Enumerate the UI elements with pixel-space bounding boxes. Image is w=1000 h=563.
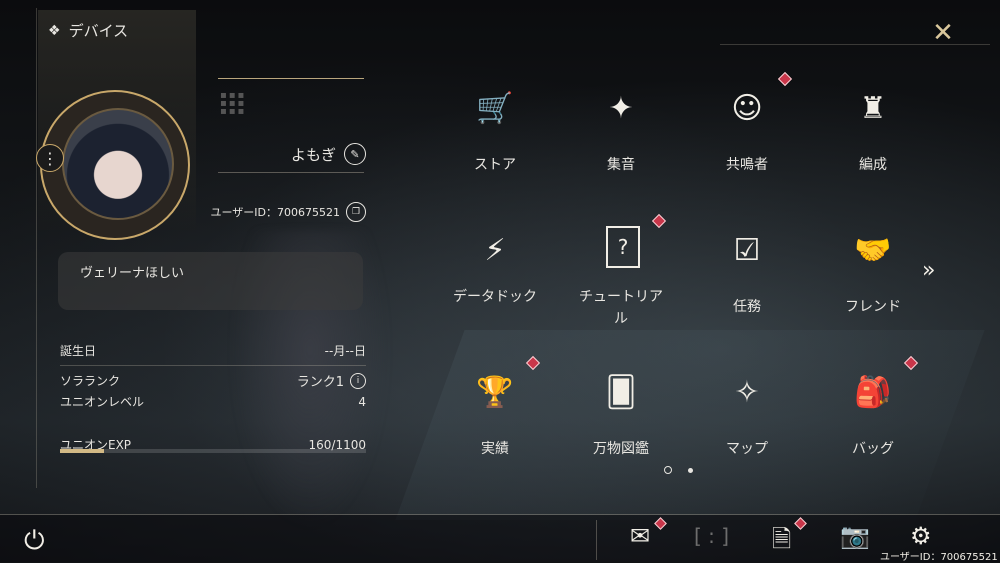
sola-rank-label: ソラランク xyxy=(60,374,121,388)
birthday-value: --月--日 xyxy=(324,344,366,358)
menu-item-label: フレンド xyxy=(845,299,901,315)
union-level-value: 4 xyxy=(358,394,366,409)
birthday-label: 誕生日 xyxy=(60,344,97,358)
team-icon: ♜ xyxy=(859,90,887,126)
menu-item-label: チュートリアル xyxy=(579,289,663,327)
cards-icon: 🂠 xyxy=(605,374,637,410)
name-underline xyxy=(218,172,364,173)
close-button[interactable]: ✕ xyxy=(926,16,960,50)
menu-item-label: 編成 xyxy=(859,157,887,173)
notification-badge xyxy=(903,355,919,371)
mail-icon: ✉ xyxy=(630,522,651,550)
player-name-row: よもぎ ✎ xyxy=(220,143,366,165)
stats-panel: 誕生日 --月--日 ソラランク ランク1 i ユニオンレベル 4 ユニオンEX… xyxy=(60,340,366,455)
stats-divider xyxy=(60,365,366,366)
double-chevron-right-icon: » xyxy=(922,258,936,283)
settings-button[interactable]: ⚙ xyxy=(910,522,932,550)
menu-item[interactable]: ✧ マップ xyxy=(684,358,810,478)
menu-item[interactable]: 🛒 ストア xyxy=(432,74,558,194)
sola-rank-value-wrap: ランク1 i xyxy=(297,371,366,390)
avatar[interactable] xyxy=(62,108,174,220)
player-name: よもぎ xyxy=(290,145,336,164)
close-icon: ✕ xyxy=(932,18,954,48)
menu-item-label: ストア xyxy=(474,157,516,173)
signature-text: ヴェリーナほしい xyxy=(80,266,185,281)
union-level-label: ユニオンレベル xyxy=(60,395,145,409)
power-button[interactable]: ⏻ xyxy=(24,526,45,557)
menu-item[interactable]: ☺ 共鳴者 xyxy=(684,71,810,194)
stat-row-union-level: ユニオンレベル 4 xyxy=(60,391,366,412)
camera-icon: 📷 xyxy=(840,522,870,550)
gear-icon: ⚙ xyxy=(910,522,932,550)
edit-name-button[interactable]: ✎ xyxy=(344,143,366,165)
power-icon: ⏻ xyxy=(24,526,45,556)
menu-item-label: バッグ xyxy=(852,441,894,457)
menu-item-label: 集音 xyxy=(607,157,635,173)
left-frame-line xyxy=(36,8,37,488)
compass-star-icon: ✦ xyxy=(608,90,634,126)
union-exp-bar xyxy=(60,449,366,453)
menu-item[interactable]: 🎒 バッグ xyxy=(810,355,936,478)
user-id: ユーザーID：700675521 xyxy=(210,206,340,219)
menu-item-label: 任務 xyxy=(733,299,761,315)
profile-divider xyxy=(218,78,364,79)
tutorial-icon: ? xyxy=(606,226,640,268)
data-dock-icon: ⚡ xyxy=(484,232,506,268)
camera-button[interactable]: 📷 xyxy=(840,522,870,550)
dot-grid-decoration: ▪▪▪ ▪▪▪ ▪▪▪ xyxy=(220,90,247,117)
menu-item[interactable]: ☑ 任務 xyxy=(684,216,810,336)
signature-box[interactable]: ヴェリーナほしい xyxy=(58,252,363,310)
menu-item[interactable]: ✦ 集音 xyxy=(558,74,684,194)
info-icon[interactable]: i xyxy=(350,372,366,389)
cart-icon: 🛒 xyxy=(476,90,514,126)
bag-icon: 🎒 xyxy=(854,374,892,410)
menu-item-label: マップ xyxy=(726,441,768,457)
map-compass-icon: ✧ xyxy=(734,374,760,410)
bottom-user-id: ユーザーID：700675521 xyxy=(880,552,998,563)
union-exp-fill xyxy=(60,449,105,453)
page-dot[interactable] xyxy=(688,467,693,473)
page-title-text: デバイス xyxy=(68,22,129,40)
notice-icon: 🗎 xyxy=(772,525,792,553)
user-id-row: ユーザーID：700675521 ❐ xyxy=(200,202,366,222)
bottom-divider xyxy=(0,514,1000,515)
mission-icon: ☑ xyxy=(733,232,761,268)
menu-item-label: データドック xyxy=(453,289,537,305)
chat-button[interactable]: [ : ] xyxy=(694,524,729,548)
menu-item[interactable]: ? チュートリアル xyxy=(558,213,684,336)
stat-row-birthday: 誕生日 --月--日 xyxy=(60,340,366,361)
profile-menu-button[interactable]: ⋮ xyxy=(36,144,64,172)
more-vertical-icon: ⋮ xyxy=(42,148,58,168)
handshake-icon: 🤝 xyxy=(854,232,892,268)
notification-badge xyxy=(525,355,541,371)
chat-bracket-icon: [ : ] xyxy=(694,524,730,548)
notification-badge xyxy=(777,71,793,87)
character-icon: ☺ xyxy=(731,90,763,126)
next-page-button[interactable]: » xyxy=(922,258,935,283)
copy-id-button[interactable]: ❐ xyxy=(346,202,366,222)
menu-item-label: 共鳴者 xyxy=(726,157,768,173)
device-diamond-icon: ❖ xyxy=(48,22,61,39)
sola-rank-value: ランク1 xyxy=(296,375,344,390)
copy-icon: ❐ xyxy=(351,207,361,217)
page-dot-active[interactable] xyxy=(664,466,672,474)
bottom-separator xyxy=(596,520,597,560)
page-indicator xyxy=(664,466,693,474)
menu-item[interactable]: 🂠 万物図鑑 xyxy=(558,358,684,478)
trophy-icon: 🏆 xyxy=(476,374,514,410)
notice-button[interactable]: 🗎 xyxy=(772,522,791,563)
stat-row-sola-rank: ソラランク ランク1 i xyxy=(60,370,366,391)
page-title: ❖ デバイス xyxy=(48,20,128,41)
menu-item[interactable]: ⚡ データドック xyxy=(432,216,558,336)
menu-item[interactable]: ♜ 編成 xyxy=(810,74,936,194)
menu-item[interactable]: 🤝 フレンド xyxy=(810,216,936,336)
notification-badge xyxy=(651,213,667,229)
menu-item-label: 実績 xyxy=(481,441,509,457)
mail-button[interactable]: ✉ xyxy=(630,522,650,550)
menu-item-label: 万物図鑑 xyxy=(593,441,649,457)
pencil-icon: ✎ xyxy=(350,147,360,161)
menu-item[interactable]: 🏆 実績 xyxy=(432,355,558,478)
